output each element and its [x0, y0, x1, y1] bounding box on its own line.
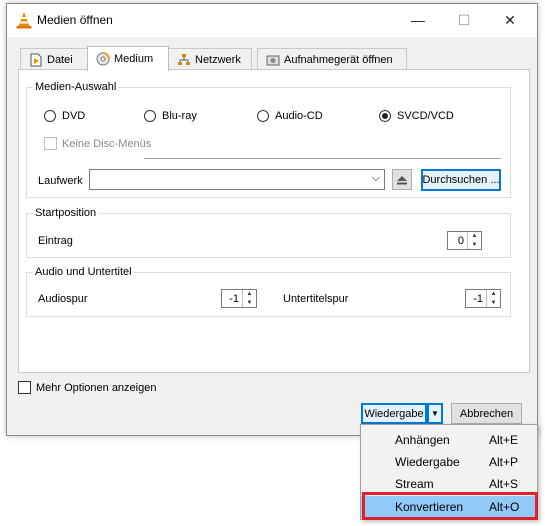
more-options-label: Mehr Optionen anzeigen	[36, 381, 157, 394]
tab-disc[interactable]: Medium	[87, 46, 169, 71]
tab-file[interactable]: Datei	[20, 48, 88, 70]
menu-item-stream-shortcut: Alt+S	[489, 477, 519, 491]
audio-subtitles-title: Audio und Untertitel	[33, 266, 134, 278]
spin-down-icon[interactable]: ▼	[468, 241, 481, 250]
spin-down-icon[interactable]: ▼	[487, 299, 500, 308]
menu-item-play-shortcut: Alt+P	[489, 455, 519, 469]
radio-svcd-vcd[interactable]: SVCD/VCD	[379, 110, 454, 122]
menu-item-stream-label: Stream	[395, 477, 434, 491]
audio-track-value: -1	[229, 292, 239, 305]
subtitle-track-spinbox[interactable]: -1 ▲ ▼	[465, 289, 501, 308]
subtitle-track-label: Untertitelspur	[283, 293, 349, 305]
audio-track-spinbox[interactable]: -1 ▲ ▼	[221, 289, 257, 308]
separator-line	[144, 158, 501, 159]
menu-item-play-label: Wiedergabe	[395, 455, 460, 469]
tab-disc-label: Medium	[114, 53, 154, 65]
radio-bluray-label: Blu-ray	[162, 110, 197, 122]
tab-capture-device-label: Aufnahmegerät öffnen	[284, 53, 393, 66]
more-options-checkbox[interactable]: Mehr Optionen anzeigen	[18, 381, 156, 394]
browse-button-label: Durchsuchen ...	[422, 174, 500, 186]
close-button[interactable]: ✕	[487, 4, 533, 37]
spin-up-icon[interactable]: ▲	[468, 232, 481, 241]
no-disc-menus-box[interactable]	[44, 137, 57, 150]
file-icon	[29, 53, 43, 67]
radio-svcd-vcd-circle[interactable]	[379, 110, 391, 122]
menu-item-enqueue-label: Anhängen	[395, 433, 450, 447]
radio-audio-cd-circle[interactable]	[257, 110, 269, 122]
title-bar[interactable]: Medien öffnen — ☐ ✕	[7, 4, 537, 37]
spin-down-icon[interactable]: ▼	[243, 299, 256, 308]
spin-up-icon[interactable]: ▲	[243, 290, 256, 299]
menu-item-enqueue[interactable]: Anhängen Alt+E	[361, 429, 537, 451]
audio-subtitles-group	[26, 272, 511, 317]
maximize-button[interactable]: ☐	[441, 4, 487, 37]
radio-dvd[interactable]: DVD	[44, 110, 85, 122]
browse-button[interactable]: Durchsuchen ...	[421, 169, 501, 191]
tab-network-label: Netzwerk	[195, 53, 241, 66]
annotation-highlight-box	[362, 492, 538, 520]
drive-combobox[interactable]: ⌵	[89, 169, 385, 190]
radio-audio-cd[interactable]: Audio-CD	[257, 110, 323, 122]
disc-icon	[96, 52, 110, 66]
cancel-button[interactable]: Abbrechen	[451, 403, 522, 424]
radio-dvd-circle[interactable]	[44, 110, 56, 122]
cancel-button-label: Abbrechen	[459, 407, 514, 420]
eject-button[interactable]	[392, 169, 412, 190]
tab-network[interactable]: Netzwerk	[168, 48, 252, 70]
subtitle-track-value: -1	[473, 292, 483, 305]
drive-label: Laufwerk	[38, 175, 83, 187]
minimize-button[interactable]: —	[395, 4, 441, 37]
entry-spinbox[interactable]: 0 ▲ ▼	[447, 231, 482, 250]
window-title: Medien öffnen	[37, 13, 113, 27]
play-button[interactable]: Wiedergabe	[361, 403, 427, 424]
eject-icon	[397, 175, 407, 184]
capture-device-icon	[266, 53, 280, 67]
tab-file-label: Datei	[47, 53, 73, 66]
disc-tab-panel: Medien-Auswahl DVD Blu-ray Audio-CD SVCD…	[18, 69, 530, 373]
menu-item-enqueue-shortcut: Alt+E	[489, 433, 519, 447]
start-position-title: Startposition	[33, 207, 99, 219]
media-selection-title: Medien-Auswahl	[33, 81, 119, 93]
play-button-label: Wiedergabe	[364, 407, 424, 420]
no-disc-menus-label: Keine Disc-Menüs	[62, 137, 152, 150]
spin-up-icon[interactable]: ▲	[487, 290, 500, 299]
radio-audio-cd-label: Audio-CD	[275, 110, 323, 122]
entry-label: Eintrag	[38, 235, 73, 247]
more-options-box[interactable]	[18, 381, 31, 394]
vlc-cone-icon	[16, 12, 32, 29]
entry-value: 0	[457, 234, 464, 247]
radio-dvd-label: DVD	[62, 110, 86, 122]
start-position-group	[26, 213, 511, 258]
audio-track-label: Audiospur	[38, 293, 88, 305]
radio-bluray-circle[interactable]	[144, 110, 156, 122]
menu-item-play[interactable]: Wiedergabe Alt+P	[361, 451, 537, 473]
play-dropdown-button[interactable]: ▼	[427, 403, 443, 424]
tab-capture-device[interactable]: Aufnahmegerät öffnen	[257, 48, 407, 70]
chevron-down-icon: ⌵	[371, 172, 380, 184]
radio-bluray[interactable]: Blu-ray	[144, 110, 197, 122]
network-icon	[177, 53, 191, 67]
dropdown-arrow-icon: ▼	[431, 409, 439, 418]
radio-svcd-vcd-label: SVCD/VCD	[397, 110, 454, 122]
no-disc-menus-checkbox[interactable]: Keine Disc-Menüs	[44, 137, 151, 150]
